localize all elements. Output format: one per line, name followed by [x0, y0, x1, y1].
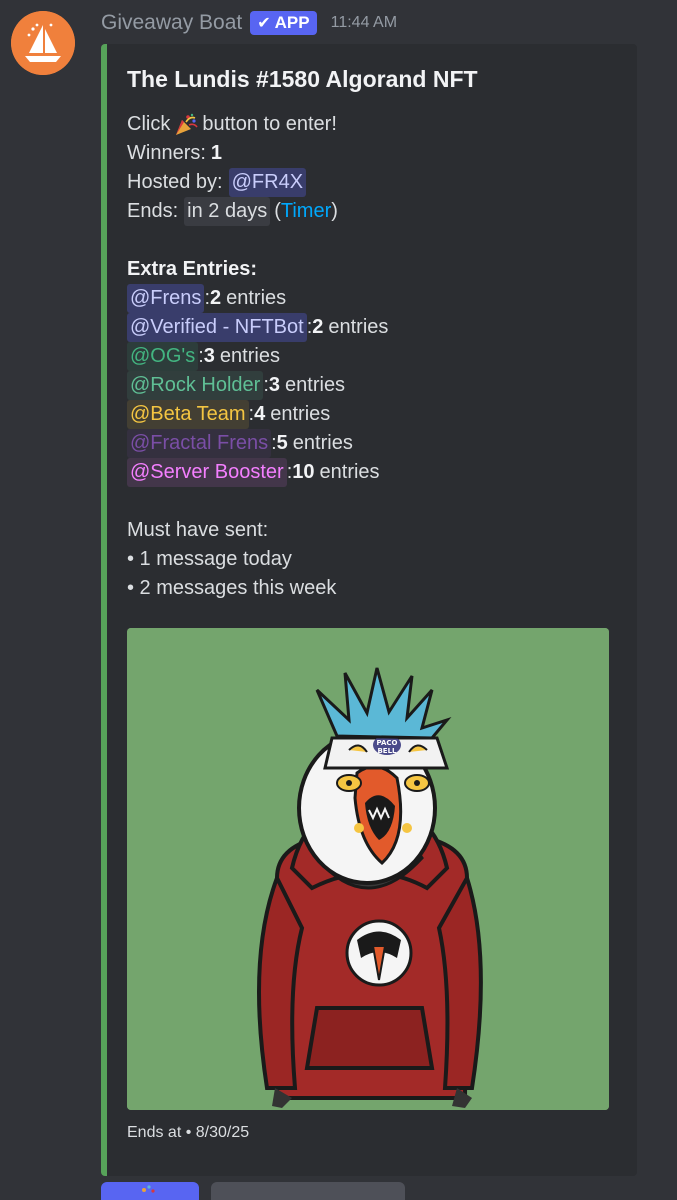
- hat-text-2: BELL: [377, 747, 397, 755]
- app-badge: ✔ APP: [250, 11, 317, 35]
- role-mention[interactable]: @Frens: [127, 284, 205, 313]
- requirement-item: • 2 messages this week: [127, 577, 337, 599]
- giveaway-embed: The Lundis #1580 Algorand NFT Click butt…: [101, 44, 637, 1176]
- nft-image[interactable]: PACO BELL: [127, 628, 609, 1110]
- entry-count: 2: [312, 316, 324, 338]
- message-header: Giveaway Boat ✔ APP 11:44 AM: [101, 8, 397, 38]
- participants-button[interactable]: [211, 1182, 405, 1200]
- party-popper-icon: [142, 1185, 155, 1193]
- entry-unit: entries: [226, 287, 287, 309]
- app-badge-label: APP: [274, 13, 310, 32]
- entry-unit: entries: [292, 432, 353, 454]
- timer-open-paren: (: [274, 200, 281, 222]
- entry-count: 3: [203, 345, 215, 367]
- entry-unit: entries: [319, 461, 380, 483]
- entry-unit: entries: [328, 316, 389, 338]
- embed-description: Click button to enter! Winners: 1 Hosted…: [127, 110, 388, 603]
- click-instruction: Click button to enter!: [127, 110, 388, 139]
- winners-value: 1: [210, 142, 223, 164]
- host-mention[interactable]: @FR4X: [228, 168, 307, 197]
- click-suffix: button to enter!: [202, 113, 337, 135]
- requirements-heading: Must have sent:: [127, 519, 269, 541]
- party-popper-icon: [176, 113, 198, 135]
- hosted-label: Hosted by:: [127, 171, 223, 193]
- ends-line: Ends: in 2 days ( Timer ): [127, 197, 388, 226]
- extra-entry-row: @Fractal Frens: 5 entries: [127, 429, 388, 458]
- ends-label: Ends:: [127, 200, 179, 222]
- winners-label: Winners:: [127, 142, 206, 164]
- entry-count: 5: [276, 432, 288, 454]
- extra-entry-row: @Verified - NFTBot: 2 entries: [127, 313, 388, 342]
- entry-count: 10: [292, 461, 315, 483]
- extra-entry-row: @Rock Holder: 3 entries: [127, 371, 388, 400]
- entry-count: 2: [210, 287, 222, 309]
- entry-unit: entries: [285, 374, 346, 396]
- winners-line: Winners: 1: [127, 139, 388, 168]
- bot-avatar[interactable]: [11, 11, 75, 75]
- role-mention[interactable]: @Verified - NFTBot: [127, 313, 307, 342]
- embed-footer: Ends at • 8/30/25: [127, 1124, 250, 1141]
- extra-entry-row: @Server Booster: 10 entries: [127, 458, 388, 487]
- timer-close-paren: ): [331, 200, 338, 222]
- enter-giveaway-button[interactable]: [101, 1182, 199, 1200]
- entry-count: 3: [268, 374, 281, 396]
- extra-entry-row: @Beta Team: 4 entries: [127, 400, 388, 429]
- entry-unit: entries: [219, 345, 280, 367]
- author-name[interactable]: Giveaway Boat: [101, 11, 242, 35]
- ends-relative-time[interactable]: in 2 days: [184, 197, 271, 226]
- role-mention[interactable]: @OG's: [127, 342, 199, 371]
- role-mention[interactable]: @Fractal Frens: [127, 429, 272, 458]
- puffin-nft-illustration: PACO BELL: [127, 628, 609, 1110]
- message-timestamp[interactable]: 11:44 AM: [331, 14, 397, 32]
- discord-message-view: Giveaway Boat ✔ APP 11:44 AM The Lundis …: [0, 0, 677, 1200]
- sailboat-icon: [11, 11, 75, 75]
- extra-entry-row: @OG's: 3 entries: [127, 342, 388, 371]
- entry-unit: entries: [270, 403, 331, 425]
- hosted-line: Hosted by: @FR4X: [127, 168, 388, 197]
- click-prefix: Click: [127, 113, 171, 135]
- button-row: [101, 1182, 405, 1200]
- embed-title: The Lundis #1580 Algorand NFT: [127, 66, 478, 92]
- checkmark-icon: ✔: [257, 15, 271, 32]
- entry-count: 4: [254, 403, 266, 425]
- extra-entries-list: @Frens: 2 entries @Verified - NFTBot: 2 ent…: [127, 284, 388, 487]
- timer-link[interactable]: Timer: [281, 197, 331, 226]
- hat-text-1: PACO: [377, 739, 398, 747]
- role-mention[interactable]: @Rock Holder: [127, 371, 264, 400]
- role-mention[interactable]: @Server Booster: [127, 458, 287, 487]
- extra-entry-row: @Frens: 2 entries: [127, 284, 388, 313]
- requirement-item: • 1 message today: [127, 548, 292, 570]
- role-mention[interactable]: @Beta Team: [127, 400, 249, 429]
- extra-entries-heading: Extra Entries:: [127, 258, 258, 280]
